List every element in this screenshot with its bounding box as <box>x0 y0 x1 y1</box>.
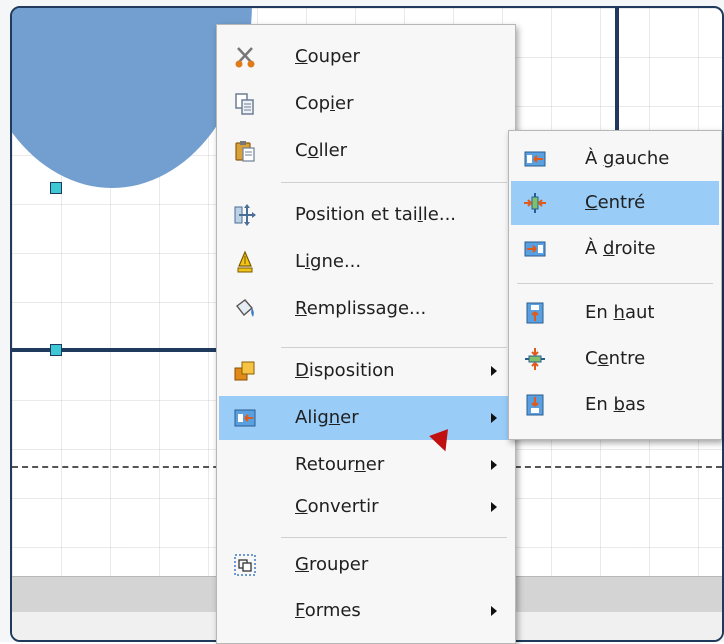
menu-item-paste[interactable]: Coller <box>219 129 513 173</box>
menu-item-label: Ligne... <box>295 251 362 272</box>
line-pen-icon <box>233 250 257 274</box>
submenu-item-align-center[interactable]: Centré <box>511 181 719 225</box>
align-icon <box>233 406 257 430</box>
menu-item-label: Disposition <box>295 360 395 381</box>
submenu-item-label: À droite <box>585 238 656 259</box>
copy-icon <box>233 92 257 116</box>
menu-separator <box>281 182 507 183</box>
submenu-item-label: Centre <box>585 348 646 369</box>
menu-item-flip[interactable]: Retourner <box>219 443 513 487</box>
menu-item-convert[interactable]: Convertir <box>219 485 513 529</box>
submenu-arrow-icon <box>491 413 497 423</box>
selection-handle[interactable] <box>50 182 62 194</box>
menu-item-label: Position et taille... <box>295 204 457 225</box>
submenu-item-label: En bas <box>585 394 646 415</box>
group-icon <box>233 553 257 577</box>
menu-separator <box>281 537 507 538</box>
menu-item-shapes[interactable]: Formes <box>219 589 513 633</box>
menu-item-align[interactable]: Aligner <box>219 396 513 440</box>
align-left-icon <box>523 147 547 171</box>
submenu-item-label: À gauche <box>585 148 670 169</box>
menu-item-cut[interactable]: Couper <box>219 35 513 79</box>
menu-item-position-size[interactable]: Position et taille... <box>219 193 513 237</box>
submenu-item-label: En haut <box>585 302 655 323</box>
menu-item-label: Copier <box>295 93 354 114</box>
submenu-item-label: Centré <box>585 192 646 213</box>
align-bottom-icon <box>523 393 547 417</box>
submenu-arrow-icon <box>491 460 497 470</box>
scissors-icon <box>233 45 257 69</box>
align-submenu: À gauche Centré À droite En haut Centre … <box>508 130 722 440</box>
submenu-arrow-icon <box>491 606 497 616</box>
menu-item-label: Aligner <box>295 407 359 428</box>
align-center-icon <box>523 191 547 215</box>
menu-separator <box>517 283 713 284</box>
submenu-item-align-top[interactable]: En haut <box>511 291 719 335</box>
submenu-item-align-bottom[interactable]: En bas <box>511 383 719 427</box>
position-size-icon <box>233 203 257 227</box>
menu-item-label: Remplissage... <box>295 298 427 319</box>
menu-item-copy[interactable]: Copier <box>219 82 513 126</box>
horizontal-line-shape[interactable] <box>12 348 222 352</box>
menu-item-label: Retourner <box>295 454 385 475</box>
menu-item-label: Formes <box>295 600 361 621</box>
arrange-icon <box>233 359 257 383</box>
align-right-icon <box>523 237 547 261</box>
menu-item-group[interactable]: Grouper <box>219 543 513 587</box>
paste-icon <box>233 139 257 163</box>
selection-handle[interactable] <box>50 344 62 356</box>
context-menu: Couper Copier Coller Position et taille.… <box>216 24 516 644</box>
menu-separator <box>281 347 507 348</box>
fill-bucket-icon <box>233 297 257 321</box>
submenu-item-align-left[interactable]: À gauche <box>511 137 719 181</box>
align-middle-icon <box>523 347 547 371</box>
submenu-arrow-icon <box>491 502 497 512</box>
submenu-item-align-middle[interactable]: Centre <box>511 337 719 381</box>
menu-item-label: Couper <box>295 46 360 67</box>
menu-item-label: Grouper <box>295 554 369 575</box>
submenu-arrow-icon <box>491 366 497 376</box>
submenu-item-align-right[interactable]: À droite <box>511 227 719 271</box>
menu-item-label: Coller <box>295 140 348 161</box>
menu-item-line[interactable]: Ligne... <box>219 240 513 284</box>
menu-item-label: Convertir <box>295 496 379 517</box>
menu-item-fill[interactable]: Remplissage... <box>219 287 513 331</box>
menu-item-arrange[interactable]: Disposition <box>219 349 513 393</box>
align-top-icon <box>523 301 547 325</box>
